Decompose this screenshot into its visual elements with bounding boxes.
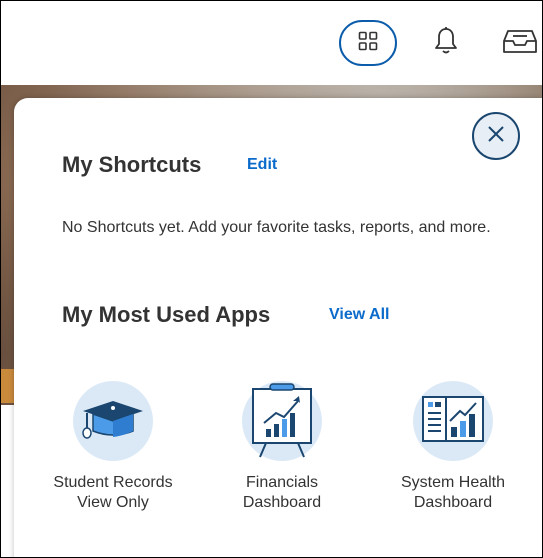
chart-easel-icon xyxy=(242,381,322,461)
app-label: Student Records View Only xyxy=(53,474,173,511)
graduation-cap-icon xyxy=(73,381,153,461)
notifications-button[interactable] xyxy=(429,23,463,63)
app-label: Financials Dashboard xyxy=(242,474,322,511)
close-icon xyxy=(486,124,506,149)
most-used-apps-heading: My Most Used Apps xyxy=(62,302,271,327)
inbox-button[interactable] xyxy=(497,23,542,63)
dashboard-charts-icon xyxy=(413,381,493,461)
top-header xyxy=(1,1,542,85)
app-label: System Health Dashboard xyxy=(400,474,506,511)
bell-icon xyxy=(433,26,459,61)
no-shortcuts-message: No Shortcuts yet. Add your favorite task… xyxy=(62,219,491,236)
apps-menu-button[interactable] xyxy=(339,20,397,66)
app-tile-system-health-dashboard[interactable]: System Health Dashboard xyxy=(373,381,533,531)
view-all-apps-link[interactable]: View All xyxy=(329,306,389,324)
apps-grid-icon xyxy=(358,31,378,56)
app-window: My Shortcuts Edit No Shortcuts yet. Add … xyxy=(0,0,543,558)
inbox-icon xyxy=(502,27,538,60)
background-accent xyxy=(1,369,15,403)
app-tile-student-records[interactable]: Student Records View Only xyxy=(33,381,193,531)
app-tile-financials-dashboard[interactable]: Financials Dashboard xyxy=(202,381,362,531)
shortcuts-heading: My Shortcuts xyxy=(62,152,202,177)
close-button[interactable] xyxy=(472,112,520,160)
edit-shortcuts-link[interactable]: Edit xyxy=(247,156,277,174)
